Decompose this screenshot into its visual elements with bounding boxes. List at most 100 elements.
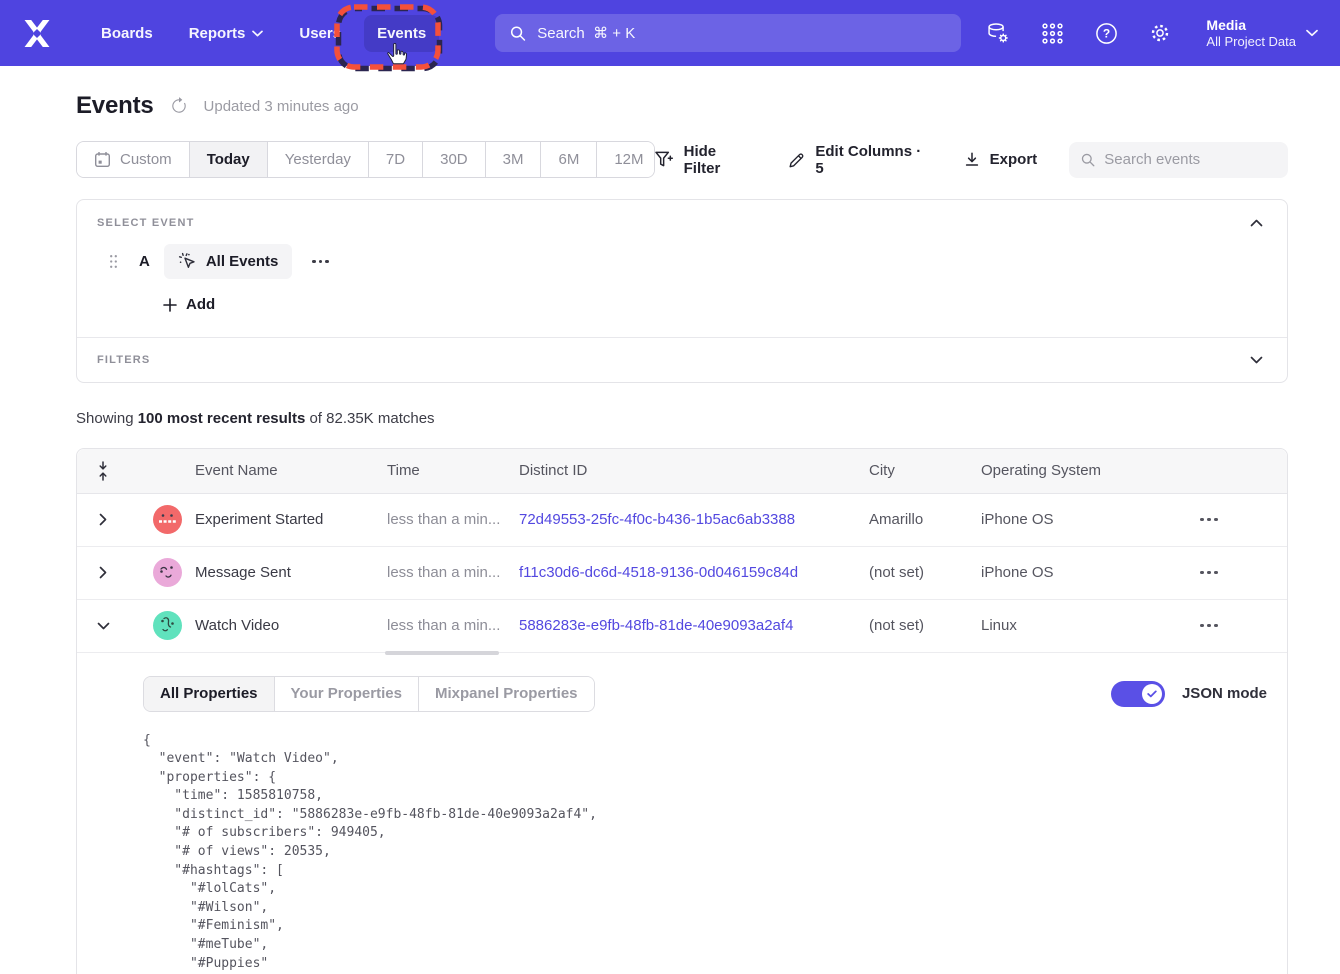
date-range-6m[interactable]: 6M [541,142,597,177]
apps-grid-icon[interactable] [1040,21,1064,45]
date-range-yesterday[interactable]: Yesterday [268,142,369,177]
global-search[interactable] [495,14,961,52]
cell-city: Amarillo [869,511,981,528]
primary-nav: Boards Reports Users Events [88,15,439,52]
date-range-label: 30D [440,151,468,168]
row-more-actions-icon[interactable] [1177,624,1241,627]
updated-timestamp: Updated 3 minutes ago [204,98,359,115]
global-search-input[interactable] [537,25,946,42]
calendar-icon [94,151,111,168]
nav-item-boards[interactable]: Boards [88,15,166,52]
date-range-label: Today [207,151,250,168]
refresh-button[interactable] [170,97,188,115]
event-avatar [153,558,182,587]
app-root: Boards Reports Users Events [0,0,1340,974]
tab-mixpanel-properties[interactable]: Mixpanel Properties [419,677,594,711]
nav-item-events[interactable]: Events [364,15,439,52]
table-header-row: Event Name Time Distinct ID City Operati… [77,449,1287,494]
project-name: Media [1206,16,1296,34]
settings-gear-icon[interactable] [1148,21,1172,45]
column-header-distinct-id[interactable]: Distinct ID [519,462,869,479]
chevron-right-icon [99,566,107,579]
check-icon [1147,690,1157,698]
date-range-30d[interactable]: 30D [423,142,486,177]
chevron-down-icon [252,30,263,37]
event-row-letter: A [139,253,150,270]
horizontal-scrollbar-thumb[interactable] [385,651,499,655]
json-mode-toggle[interactable] [1111,681,1165,707]
avatar-face-icon [153,505,182,534]
collapse-all-button[interactable] [77,461,129,481]
plus-icon [163,298,177,312]
expand-row-button[interactable] [77,513,129,526]
nav-item-users[interactable]: Users [286,15,354,52]
query-panel: SELECT EVENT A [76,199,1288,383]
event-sparkle-cursor-icon [178,252,197,271]
svg-text:?: ? [1103,26,1110,40]
mixpanel-logo-icon[interactable] [22,18,56,48]
hide-filter-button[interactable]: Hide Filter [655,143,756,177]
add-event-button[interactable]: Add [163,296,215,313]
row-more-actions-icon[interactable] [1177,518,1241,521]
events-search[interactable] [1069,142,1288,178]
event-more-actions-icon[interactable] [306,256,334,267]
pencil-icon [788,151,806,169]
results-summary: Showing 100 most recent results of 82.35… [76,410,1288,427]
download-icon [964,152,980,168]
nav-item-reports[interactable]: Reports [176,15,277,52]
date-range-7d[interactable]: 7D [369,142,423,177]
expand-filters-button[interactable] [1246,354,1267,366]
event-selector-chip[interactable]: All Events [164,244,293,279]
drag-handle-icon[interactable] [109,254,118,269]
filter-funnel-icon [655,151,674,168]
chevron-down-icon [97,622,110,630]
tab-your-properties[interactable]: Your Properties [275,677,419,711]
table-row[interactable]: Experiment Started less than a min... 72… [77,494,1287,547]
cell-event-name: Watch Video [195,617,387,634]
collapse-row-button[interactable] [77,622,129,630]
add-event-label: Add [186,296,215,313]
nav-item-label: Users [299,25,341,42]
date-range-label: 6M [558,151,579,168]
chevron-up-icon [1250,219,1263,227]
export-button[interactable]: Export [964,151,1038,168]
date-range-custom[interactable]: Custom [77,142,190,177]
navbar-right: ? Media All Project Data [986,16,1318,50]
cell-event-name: Message Sent [195,564,387,581]
results-prefix: Showing [76,410,138,427]
select-event-section: SELECT EVENT A [77,200,1287,337]
data-management-icon[interactable] [986,21,1010,45]
date-range-3m[interactable]: 3M [486,142,542,177]
events-search-input[interactable] [1104,151,1276,168]
date-range-today[interactable]: Today [190,142,268,177]
cell-os: iPhone OS [981,511,1177,528]
chevron-down-icon [1250,356,1263,364]
help-icon[interactable]: ? [1094,21,1118,45]
export-label: Export [990,151,1038,168]
project-selector[interactable]: Media All Project Data [1206,16,1318,50]
event-chip-label: All Events [206,253,279,270]
cell-city: (not set) [869,617,981,634]
nav-item-label: Reports [189,25,246,42]
column-header-os[interactable]: Operating System [981,462,1177,479]
cell-distinct-id[interactable]: f11c30d6-dc6d-4518-9136-0d046159c84d [519,564,869,581]
event-json-view: { "event": "Watch Video", "properties": … [143,732,1267,974]
cell-distinct-id[interactable]: 5886283e-e9fb-48fb-81de-40e9093a2af4 [519,617,869,634]
table-row[interactable]: Message Sent less than a min... f11c30d6… [77,547,1287,600]
avatar-face-icon [153,611,182,640]
edit-columns-button[interactable]: Edit Columns · 5 [788,143,932,177]
table-row-expanded[interactable]: Watch Video less than a min... 5886283e-… [77,600,1287,653]
column-header-event-name[interactable]: Event Name [195,462,387,479]
row-more-actions-icon[interactable] [1177,571,1241,574]
column-header-time[interactable]: Time [387,462,519,479]
tab-all-properties[interactable]: All Properties [144,677,275,711]
date-range-12m[interactable]: 12M [597,142,655,177]
cell-distinct-id[interactable]: 72d49553-25fc-4f0c-b436-1b5ac6ab3388 [519,511,869,528]
column-header-city[interactable]: City [869,462,981,479]
hide-filter-label: Hide Filter [684,143,756,177]
search-icon [1081,152,1095,168]
main-content: Events Updated 3 minutes ago Custom Toda… [76,92,1288,974]
expand-row-button[interactable] [77,566,129,579]
cell-os: iPhone OS [981,564,1177,581]
collapse-section-button[interactable] [1246,217,1267,229]
